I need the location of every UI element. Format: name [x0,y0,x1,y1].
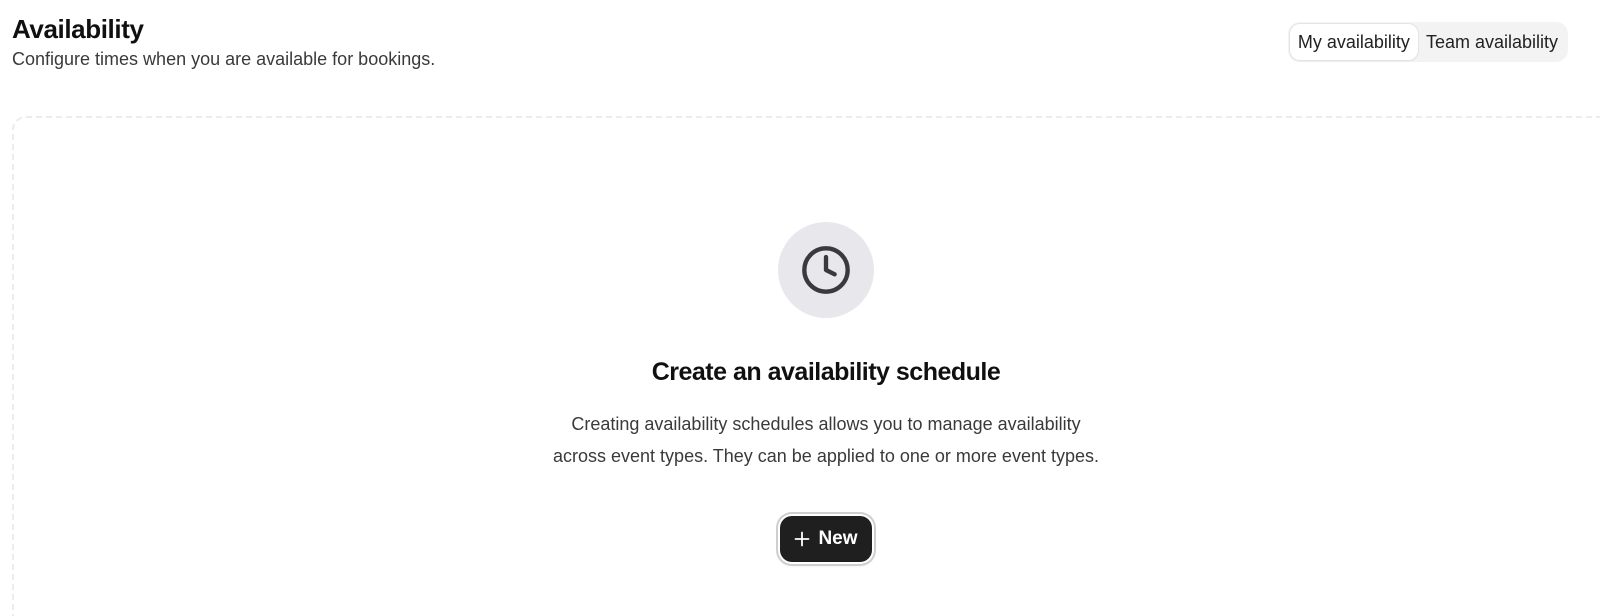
team-availability-tab[interactable]: Team availability [1418,24,1566,60]
clock-icon-container [778,222,874,318]
availability-view-toggle: My availability Team availability [1287,22,1568,62]
page-header: Availability Configure times when you ar… [12,12,435,71]
empty-state: Create an availability schedule Creating… [546,222,1106,562]
availability-page: Availability Configure times when you ar… [0,0,1600,616]
new-button-label: New [818,528,858,549]
page-subtitle: Configure times when you are available f… [12,49,436,69]
plus-icon [795,531,810,547]
my-availability-tab[interactable]: My availability [1289,24,1418,60]
empty-state-description: Creating availability schedules allows y… [553,414,1099,466]
empty-state-title: Create an availability schedule [651,358,1001,386]
clock-icon [802,246,850,294]
new-schedule-button[interactable]: New [780,516,872,562]
page-title: Availability [12,14,144,44]
